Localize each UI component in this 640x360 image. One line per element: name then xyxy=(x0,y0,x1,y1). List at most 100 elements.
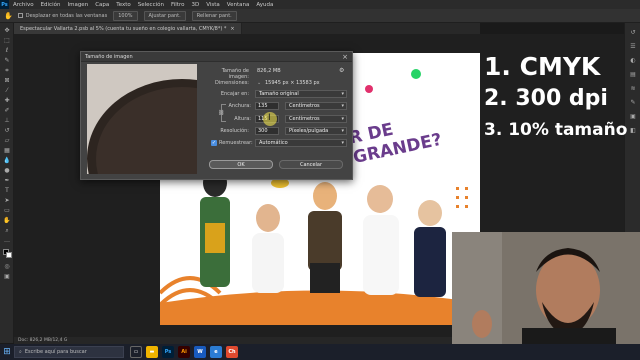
quick-select-tool-icon[interactable]: ✎ xyxy=(3,57,11,64)
text-cursor-icon: I xyxy=(268,113,271,123)
crop-tool-icon[interactable]: ⌗ xyxy=(3,67,11,74)
cancel-button[interactable]: Cancelar xyxy=(279,160,343,169)
resolution-unit-select[interactable]: Píxeles/pulgada xyxy=(285,127,347,135)
taskbar-app-chrome[interactable]: Ch xyxy=(226,346,238,358)
taskbar-search-input[interactable]: ⌕ Escribe aquí para buscar xyxy=(14,346,124,358)
dodge-tool-icon[interactable]: ● xyxy=(3,167,11,174)
pen-tool-icon[interactable]: ✒ xyxy=(3,177,11,184)
scroll-all-checkbox[interactable] xyxy=(17,13,23,18)
whatsapp-icon xyxy=(411,69,421,79)
menu-seleccion[interactable]: Selección xyxy=(138,2,164,8)
menu-ventana[interactable]: Ventana xyxy=(227,2,250,8)
fit-to-label: Encajar en: xyxy=(220,91,249,97)
move-tool-icon[interactable]: ✥ xyxy=(3,27,11,34)
hand-tool-icon[interactable]: ✋ xyxy=(4,12,13,20)
fill-screen-button[interactable]: Rellenar pant. xyxy=(191,10,237,21)
image-preview[interactable] xyxy=(87,64,197,174)
resolution-input[interactable]: 300 xyxy=(255,127,279,135)
type-tool-icon[interactable]: T xyxy=(3,187,11,194)
shape-tool-icon[interactable]: ▭ xyxy=(3,207,11,214)
history-brush-tool-icon[interactable]: ↺ xyxy=(3,127,11,134)
eraser-tool-icon[interactable]: ▱ xyxy=(3,137,11,144)
resample-label: Remuestrear: xyxy=(219,140,253,146)
lasso-tool-icon[interactable]: ℓ xyxy=(3,47,11,54)
image-size-label: Tamaño de imagen: xyxy=(221,68,249,80)
image-size-dialog: Tamaño de imagen × Tamaño de imagen: 826… xyxy=(80,51,353,180)
presenter-image xyxy=(452,232,640,344)
channels-panel-icon[interactable]: ≋ xyxy=(629,85,637,93)
menu-vista[interactable]: Vista xyxy=(206,2,220,8)
taskbar-app-ps[interactable]: Ps xyxy=(162,346,174,358)
instagram-icon xyxy=(365,85,373,93)
file-explorer-icon[interactable]: ▬ xyxy=(146,346,158,358)
menu-imagen[interactable]: Imagen xyxy=(67,2,88,8)
document-size-readout: Doc: 826,2 MB/12,4 G xyxy=(18,338,68,343)
hand-tool-icon[interactable]: ✋ xyxy=(3,217,11,224)
menu-archivo[interactable]: Archivo xyxy=(13,2,34,8)
menu-texto[interactable]: Texto xyxy=(116,2,131,8)
zoom-tool-icon[interactable]: ⌕ xyxy=(3,227,11,234)
taskbar-app-word[interactable]: W xyxy=(194,346,206,358)
zoom-100-button[interactable]: 100% xyxy=(113,10,138,21)
menu-ayuda[interactable]: Ayuda xyxy=(256,2,273,8)
history-panel-icon[interactable]: ↺ xyxy=(629,29,637,37)
stamp-tool-icon[interactable]: ⊥ xyxy=(3,117,11,124)
taskbar-app-ai[interactable]: Ai xyxy=(178,346,190,358)
windows-taskbar: ⊞ ⌕ Escribe aquí para buscar ▭ ▬ Ps Ai W… xyxy=(0,344,640,360)
frame-tool-icon[interactable]: ⊠ xyxy=(3,77,11,84)
blur-tool-icon[interactable]: 💧 xyxy=(3,157,11,164)
resample-select[interactable]: Automático xyxy=(255,139,347,147)
gradient-tool-icon[interactable]: ▦ xyxy=(3,147,11,154)
overlay-step-2: 2. 300 dpi xyxy=(484,86,608,111)
options-bar: ✋ Desplazar en todas las ventanas 100% A… xyxy=(0,9,640,23)
dimensions-label: Dimensiones: xyxy=(215,80,249,86)
taskbar-search-placeholder: Escribe aquí para buscar xyxy=(24,349,87,355)
paths-panel-icon[interactable]: ✎ xyxy=(629,99,637,107)
healing-tool-icon[interactable]: ✚ xyxy=(3,97,11,104)
taskbar-app-edge[interactable]: e xyxy=(210,346,222,358)
color-swatches-icon[interactable] xyxy=(3,249,12,258)
adjustments-panel-icon[interactable]: ◐ xyxy=(629,57,637,65)
fit-screen-button[interactable]: Ajustar pant. xyxy=(143,10,186,21)
eyedropper-tool-icon[interactable]: ⁄ xyxy=(3,87,11,94)
brush-tool-icon[interactable]: ✐ xyxy=(3,107,11,114)
libraries-panel-icon[interactable]: ▣ xyxy=(629,113,637,121)
document-tab-bar: Espectacular Vallarta 2.psb al 5% (cuent… xyxy=(14,23,480,34)
photoshop-logo-icon[interactable]: Ps xyxy=(0,0,9,9)
overlay-step-1: 1. CMYK xyxy=(484,52,601,81)
fit-to-select[interactable]: Tamaño original xyxy=(255,90,347,98)
height-unit-select[interactable]: Centímetros xyxy=(285,115,347,123)
path-select-tool-icon[interactable]: ➤ xyxy=(3,197,11,204)
preview-image xyxy=(87,64,197,174)
dialog-title-bar[interactable]: Tamaño de imagen xyxy=(81,52,352,62)
layers-panel-icon[interactable]: ▤ xyxy=(629,71,637,79)
screen-mode-icon[interactable]: ▣ xyxy=(3,273,11,280)
overlay-step-3: 3. 10% tamaño xyxy=(484,120,628,140)
kids-group xyxy=(200,169,446,297)
width-unit-select[interactable]: Centímetros xyxy=(285,102,347,110)
decorative-dots xyxy=(456,187,468,208)
document-tab-title: Espectacular Vallarta 2.psb al 5% (cuent… xyxy=(20,25,227,32)
properties-panel-icon[interactable]: ☰ xyxy=(629,43,637,51)
marquee-tool-icon[interactable]: ⬚ xyxy=(3,37,11,44)
dialog-title: Tamaño de imagen xyxy=(85,53,133,60)
color-panel-icon[interactable]: ◧ xyxy=(629,127,637,135)
document-tab[interactable]: Espectacular Vallarta 2.psb al 5% (cuent… xyxy=(14,23,242,34)
menu-capa[interactable]: Capa xyxy=(95,2,109,8)
menu-edicion[interactable]: Edición xyxy=(41,2,61,8)
ok-button[interactable]: OK xyxy=(209,160,273,169)
close-tab-icon[interactable]: × xyxy=(230,26,234,32)
more-tools-icon[interactable]: … xyxy=(3,237,11,244)
settings-gear-icon[interactable]: ⚙ xyxy=(339,67,344,74)
menu-filtro[interactable]: Filtro xyxy=(171,2,184,8)
quick-mask-icon[interactable]: ◎ xyxy=(3,263,11,270)
windows-start-icon[interactable]: ⊞ xyxy=(0,344,14,360)
resample-checkbox[interactable]: ✓ xyxy=(211,140,217,146)
tools-panel: ✥ ⬚ ℓ ✎ ⌗ ⊠ ⁄ ✚ ✐ ⊥ ↺ ▱ ▦ 💧 ● ✒ T ➤ ▭ ✋ … xyxy=(0,23,14,343)
menu-3d[interactable]: 3D xyxy=(191,2,199,8)
task-view-icon[interactable]: ▭ xyxy=(130,346,142,358)
width-input[interactable]: 135 xyxy=(255,102,279,110)
dimensions-chevron-icon[interactable]: ⌄ xyxy=(257,80,261,86)
search-icon: ⌕ xyxy=(19,349,22,355)
close-dialog-icon[interactable]: × xyxy=(342,53,348,61)
